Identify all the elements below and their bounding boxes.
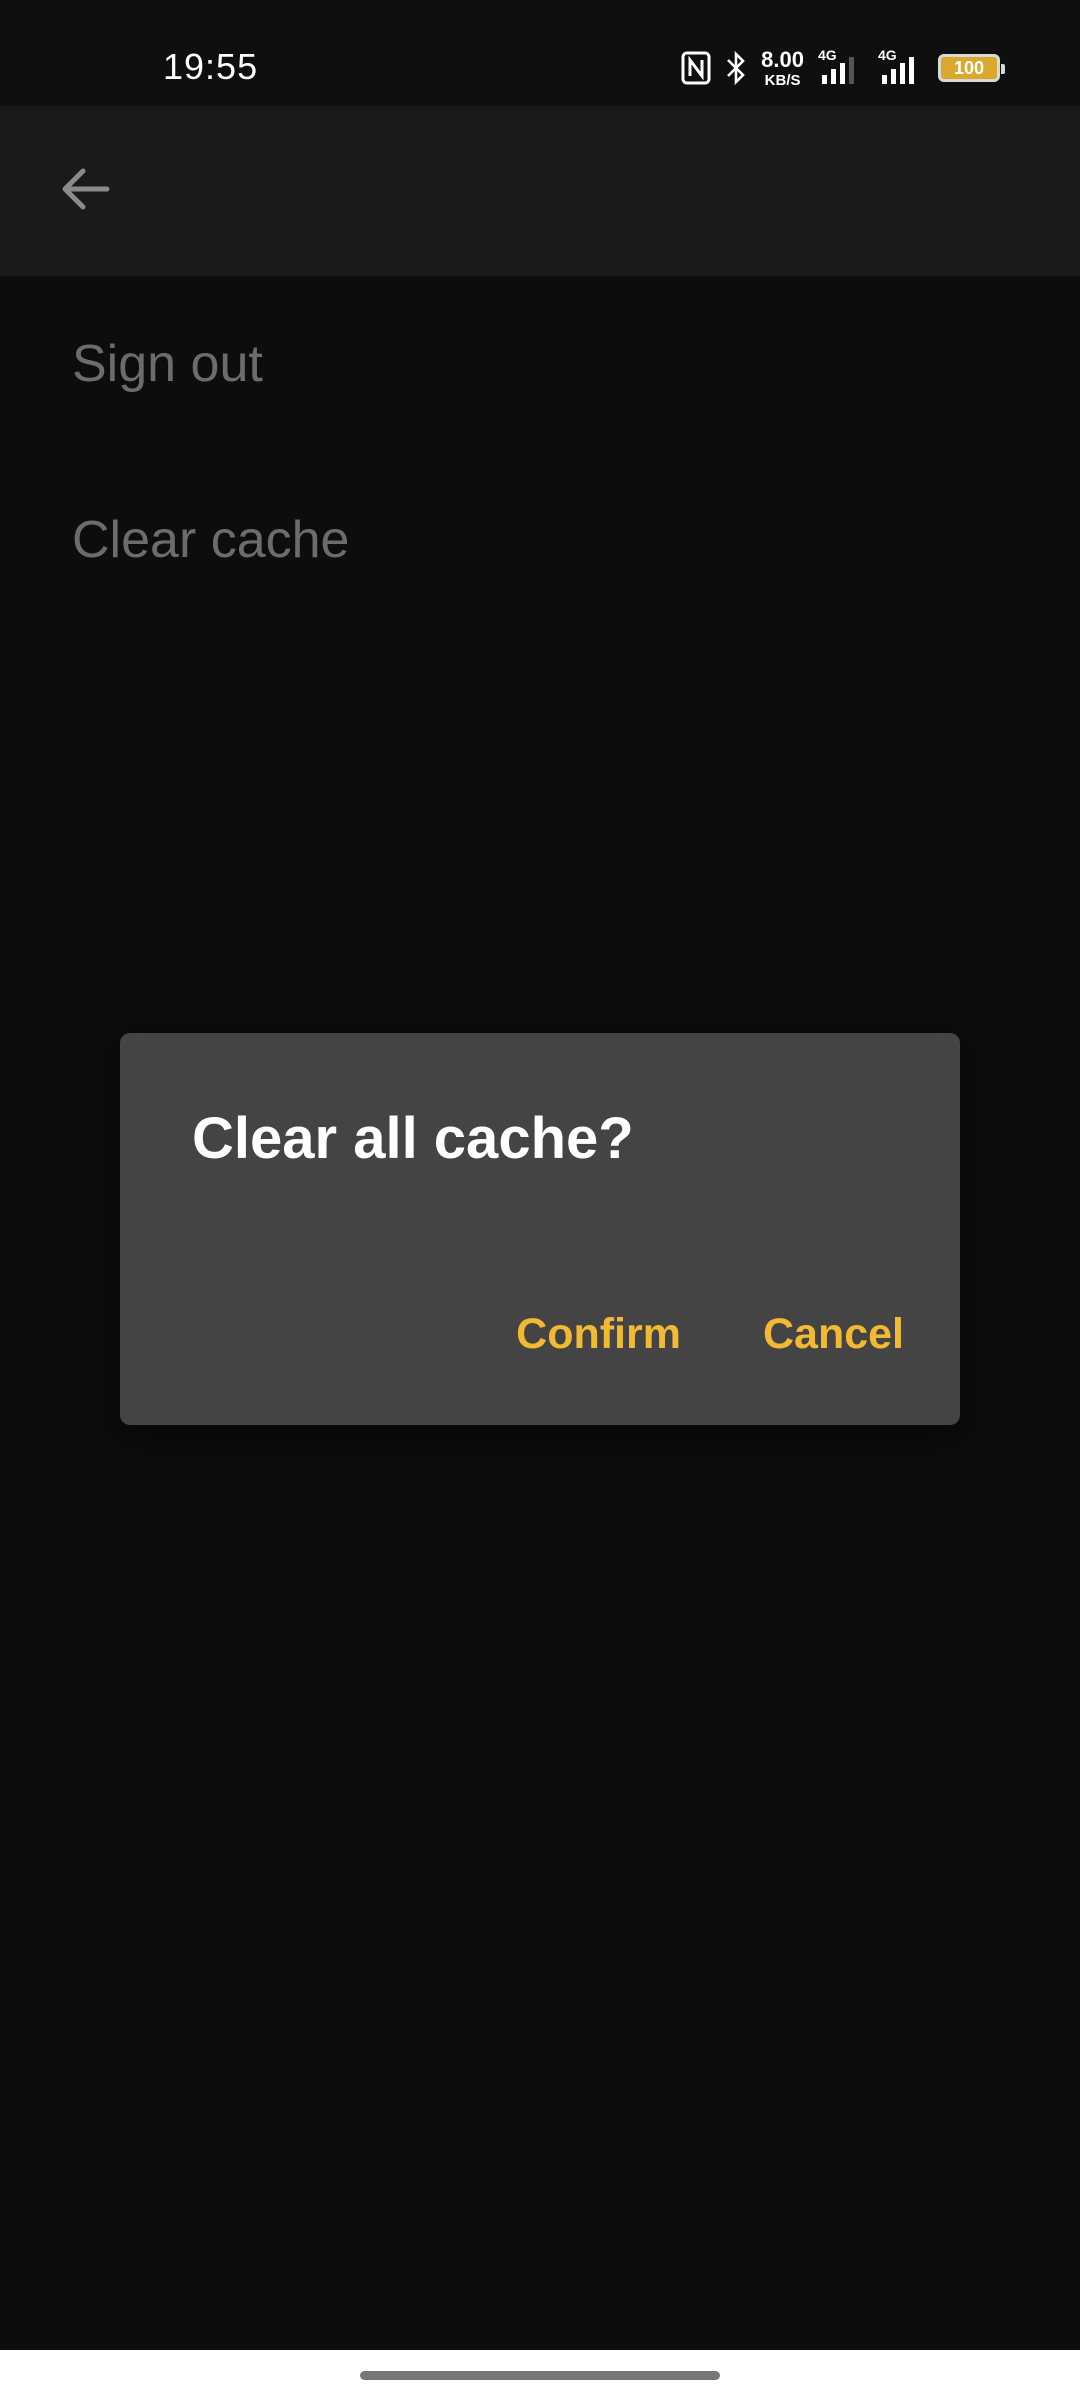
confirm-button[interactable]: Confirm bbox=[516, 1310, 681, 1359]
dialog-actions: Confirm Cancel bbox=[516, 1310, 904, 1359]
home-indicator[interactable] bbox=[360, 2371, 720, 2380]
cancel-button[interactable]: Cancel bbox=[763, 1310, 904, 1359]
clear-cache-dialog: Clear all cache? Confirm Cancel bbox=[120, 1033, 960, 1425]
dialog-title: Clear all cache? bbox=[192, 1106, 634, 1171]
navigation-bar bbox=[0, 2350, 1080, 2400]
